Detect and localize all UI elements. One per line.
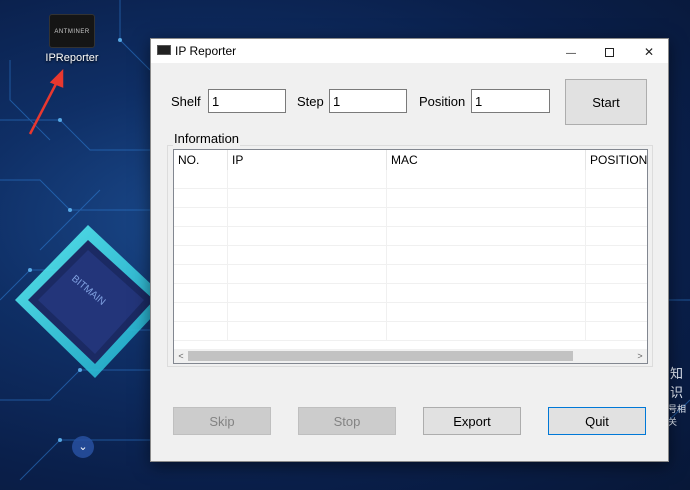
table-cell [228, 170, 387, 189]
close-icon: ✕ [643, 45, 655, 59]
chevron-left-icon[interactable]: < [174, 349, 188, 363]
chevron-right-icon[interactable]: > [633, 349, 647, 363]
list-rows [174, 170, 647, 341]
table-cell [174, 303, 228, 322]
table-cell [174, 284, 228, 303]
quit-button[interactable]: Quit [548, 407, 646, 435]
information-list[interactable]: NO. IP MAC POSITION < > [173, 149, 648, 364]
information-legend: Information [173, 131, 241, 146]
table-cell [586, 322, 647, 341]
table-row [174, 189, 647, 208]
table-cell [174, 227, 228, 246]
shelf-input[interactable] [208, 89, 286, 113]
table-cell [228, 303, 387, 322]
desktop-icon-label: IPReporter [45, 52, 99, 64]
table-cell [228, 322, 387, 341]
step-input[interactable] [329, 89, 407, 113]
table-row [174, 208, 647, 227]
table-cell [174, 265, 228, 284]
skip-button[interactable]: Skip [173, 407, 271, 435]
table-cell [174, 246, 228, 265]
step-label: Step [297, 94, 324, 109]
table-cell [586, 246, 647, 265]
maximize-button[interactable] [590, 39, 628, 63]
table-row [174, 227, 647, 246]
table-cell [174, 170, 228, 189]
column-header-mac[interactable]: MAC [387, 150, 586, 170]
table-cell [174, 189, 228, 208]
table-row [174, 170, 647, 189]
maximize-icon [604, 47, 614, 57]
window-title: IP Reporter [175, 44, 237, 58]
table-cell [586, 227, 647, 246]
list-header: NO. IP MAC POSITION [174, 150, 647, 170]
export-button[interactable]: Export [423, 407, 521, 435]
table-row [174, 303, 647, 322]
start-button[interactable]: Start [565, 79, 647, 125]
ip-reporter-window: IP Reporter — ✕ Shelf Step Position Star… [150, 38, 669, 462]
table-cell [228, 265, 387, 284]
icon-inner-text: ANTMINER [54, 29, 90, 35]
table-cell [586, 170, 647, 189]
stop-button[interactable]: Stop [298, 407, 396, 435]
table-cell [174, 322, 228, 341]
chevron-down-icon[interactable]: ⌄ [72, 436, 94, 458]
table-cell [586, 284, 647, 303]
table-cell [387, 227, 586, 246]
table-cell [387, 170, 586, 189]
table-cell [228, 284, 387, 303]
desktop-side-text-2: 号相关 [668, 404, 687, 427]
minimize-icon: — [566, 48, 576, 59]
table-cell [387, 189, 586, 208]
chip-graphic: BITMAIN [15, 225, 168, 378]
table-cell [387, 265, 586, 284]
ipreporter-desktop-icon[interactable]: ANTMINER IPReporter [36, 14, 108, 64]
table-cell [387, 322, 586, 341]
title-bar[interactable]: IP Reporter — ✕ [151, 39, 668, 63]
table-cell [586, 265, 647, 284]
table-row [174, 246, 647, 265]
table-cell [174, 208, 228, 227]
desktop-side-text-1: 知识 [670, 366, 684, 400]
app-icon [157, 45, 171, 55]
table-cell [586, 208, 647, 227]
table-cell [228, 208, 387, 227]
table-cell [586, 189, 647, 208]
antminer-icon: ANTMINER [49, 14, 95, 48]
column-header-no[interactable]: NO. [174, 150, 228, 170]
table-cell [586, 303, 647, 322]
table-cell [387, 303, 586, 322]
annotation-arrow-desktop [28, 68, 64, 135]
table-cell [228, 189, 387, 208]
table-row [174, 284, 647, 303]
column-header-position[interactable]: POSITION [586, 150, 647, 170]
shelf-label: Shelf [171, 94, 201, 109]
table-cell [387, 246, 586, 265]
position-label: Position [419, 94, 466, 109]
table-row [174, 322, 647, 341]
table-cell [228, 227, 387, 246]
table-cell [387, 284, 586, 303]
table-row [174, 265, 647, 284]
close-button[interactable]: ✕ [630, 39, 668, 63]
horizontal-scrollbar[interactable]: < > [174, 349, 647, 363]
column-header-ip[interactable]: IP [228, 150, 387, 170]
scrollbar-thumb[interactable] [188, 351, 573, 361]
table-cell [387, 208, 586, 227]
table-cell [228, 246, 387, 265]
position-input[interactable] [471, 89, 550, 113]
minimize-button[interactable]: — [552, 39, 590, 63]
